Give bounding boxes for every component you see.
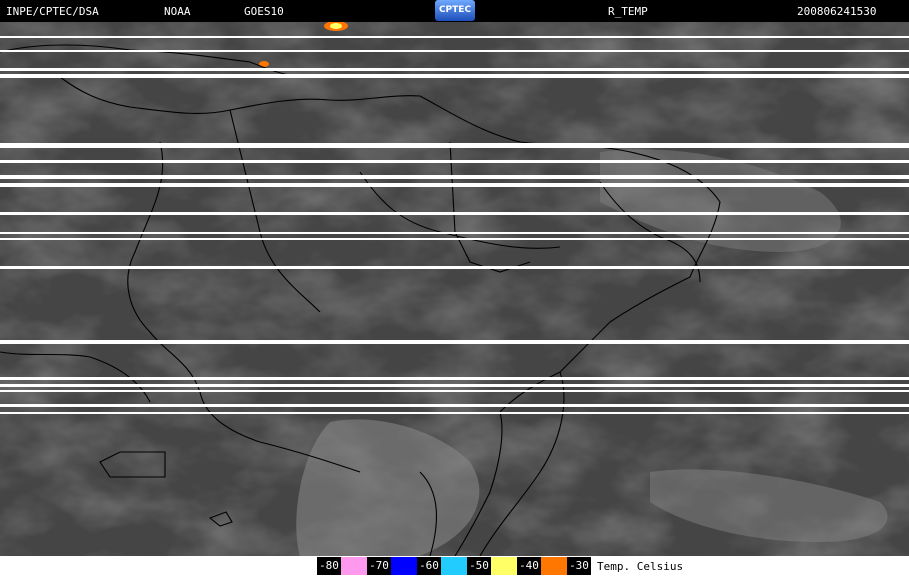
source-label: INPE/CPTEC/DSA (6, 5, 99, 18)
legend-label-2: -70 (367, 557, 391, 575)
legend-swatch-3 (441, 557, 467, 575)
satellite-image (0, 22, 909, 556)
legend-swatch-1 (341, 557, 367, 575)
header-bar: INPE/CPTEC/DSA NOAA GOES10 CPTEC R_TEMP … (0, 0, 909, 22)
product-label: R_TEMP (608, 5, 648, 18)
cptec-logo: CPTEC (435, 0, 475, 21)
legend-label-4: -50 (467, 557, 491, 575)
agency-label: NOAA (164, 5, 191, 18)
legend-swatch-2 (391, 557, 417, 575)
legend-bar: -80 -70 -60 -50 -40 -30 Temp. Celsius (317, 557, 683, 575)
legend-label-3: -60 (417, 557, 441, 575)
legend-swatch-4 (491, 557, 517, 575)
satellite-viewer: INPE/CPTEC/DSA NOAA GOES10 CPTEC R_TEMP … (0, 0, 909, 576)
temperature-legend: -80 -70 -60 -50 -40 -30 Temp. Celsius (0, 556, 909, 576)
legend-title: Temp. Celsius (597, 559, 684, 573)
satellite-label: GOES10 (244, 5, 284, 18)
legend-label-5: -40 (517, 557, 541, 575)
legend-swatch-5 (541, 557, 567, 575)
legend-label-1: -80 (317, 557, 341, 575)
timestamp-label: 200806241530 (797, 5, 877, 18)
legend-label-6: -30 (567, 557, 591, 575)
